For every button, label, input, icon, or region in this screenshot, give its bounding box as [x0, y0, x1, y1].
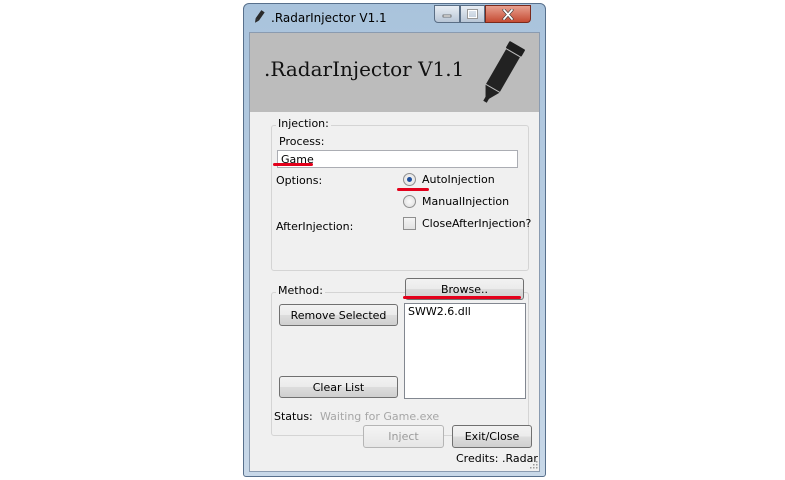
title-bar[interactable]: .RadarInjector V1.1	[244, 4, 545, 32]
status-label: Status:	[274, 410, 313, 423]
auto-injection-label[interactable]: AutoInjection	[422, 173, 495, 186]
clear-list-button[interactable]: Clear List	[279, 376, 398, 398]
remove-selected-button[interactable]: Remove Selected	[279, 304, 398, 326]
close-button[interactable]	[485, 5, 531, 23]
content-layer: Injection: Process: Options: AutoInjecti…	[248, 31, 539, 471]
manual-injection-label[interactable]: ManualInjection	[422, 195, 509, 208]
after-injection-label: AfterInjection:	[276, 220, 354, 233]
injection-group-label: Injection:	[276, 117, 331, 130]
minimize-button[interactable]	[434, 5, 460, 23]
close-icon	[502, 8, 514, 20]
inject-button[interactable]: Inject	[363, 425, 444, 448]
annotation-underline-browse	[403, 296, 521, 299]
minimize-icon	[442, 14, 452, 18]
exit-close-button[interactable]: Exit/Close	[452, 425, 532, 448]
close-after-injection-checkbox[interactable]	[403, 217, 416, 230]
process-input[interactable]	[277, 150, 518, 168]
annotation-underline-autoinjection	[397, 188, 429, 191]
method-group-label: Method:	[276, 284, 325, 297]
auto-injection-radio[interactable]	[403, 173, 416, 186]
manual-injection-radio[interactable]	[403, 195, 416, 208]
dll-list[interactable]: SWW2.6.dll	[404, 303, 526, 399]
maximize-icon	[467, 9, 478, 19]
credits-text: Credits: .Radar	[456, 452, 538, 465]
window-title: .RadarInjector V1.1	[271, 11, 387, 25]
list-item[interactable]: SWW2.6.dll	[408, 305, 522, 318]
close-after-injection-label[interactable]: CloseAfterInjection?	[422, 217, 531, 230]
app-pen-icon	[254, 10, 265, 23]
resize-grip-icon[interactable]	[530, 461, 538, 469]
maximize-button[interactable]	[460, 5, 485, 23]
options-label: Options:	[276, 174, 323, 187]
annotation-underline-process	[273, 163, 313, 166]
process-label: Process:	[279, 135, 325, 148]
status-value: Waiting for Game.exe	[320, 410, 440, 423]
